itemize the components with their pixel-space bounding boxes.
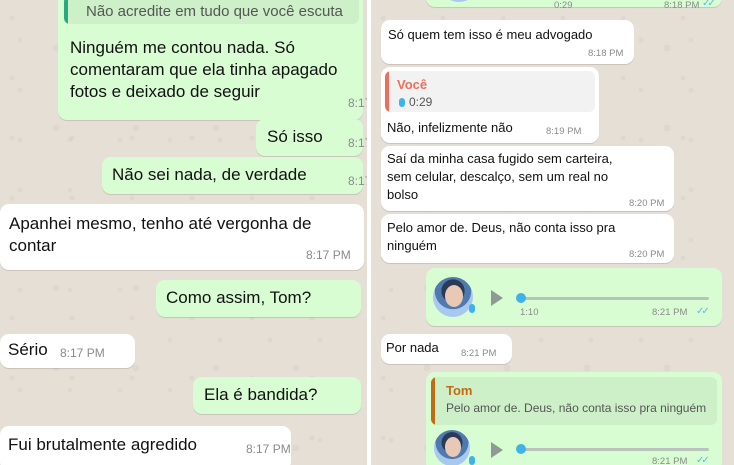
message-text: Só quem tem isso é meu advogado — [388, 27, 593, 42]
message-time: 8:17 PM — [306, 248, 351, 262]
quote-bar — [385, 71, 389, 112]
quoted-text: Pelo amor de. Deus, não conta isso pra n… — [446, 401, 707, 415]
incoming-message-bubble[interactable]: Saí da minha casa fugido sem carteira, s… — [381, 146, 674, 211]
message-line: Pelo amor de. Deus, não conta isso pra — [387, 220, 616, 235]
message-text: Ninguém me contou nada. Só comentaram qu… — [70, 37, 365, 103]
right-chat-panel: 0:29 8:18 PM ✓✓ Só quem tem isso é meu a… — [371, 0, 734, 465]
incoming-message-bubble[interactable]: Só quem tem isso é meu advogado 8:18 PM — [381, 20, 634, 64]
quote-bar — [431, 377, 435, 425]
voice-duration: 0:29 — [554, 0, 573, 11]
message-time: 8:20 PM — [629, 198, 665, 209]
outgoing-message-bubble[interactable]: Ela é bandida? — [193, 377, 361, 414]
play-icon[interactable] — [491, 442, 503, 458]
outgoing-message-bubble[interactable]: Só isso 8:17 PM — [256, 119, 367, 156]
audio-progress-knob[interactable] — [516, 293, 526, 303]
message-time: 8:21 PM — [652, 307, 688, 318]
outgoing-message-bubble[interactable]: Não acredite em tudo que você escuta Nin… — [58, 0, 367, 120]
message-text: Por nada — [386, 340, 439, 355]
avatar — [439, 0, 479, 2]
message-line: sem celular, descalço, sem um real no — [387, 169, 609, 184]
incoming-message-bubble[interactable]: Apanhei mesmo, tenho até vergonha de con… — [0, 204, 364, 270]
message-line: fotos e deixado de seguir — [70, 82, 260, 101]
message-time: 8:17 PM — [348, 174, 367, 188]
outgoing-message-bubble[interactable]: Não sei nada, de verdade 8:17 PM — [102, 157, 367, 194]
message-text: Ela é bandida? — [204, 385, 318, 404]
incoming-message-bubble[interactable]: Sério 8:17 PM — [0, 334, 135, 368]
microphone-icon — [469, 456, 475, 465]
message-text: Saí da minha casa fugido sem carteira, s… — [387, 150, 677, 204]
outgoing-voice-message[interactable]: 0:29 8:18 PM ✓✓ — [426, 0, 722, 11]
outgoing-voice-message[interactable]: Tom Pelo amor de. Deus, não conta isso p… — [426, 372, 722, 465]
quoted-author: Tom — [446, 383, 473, 398]
message-text: Fui brutalmente agredido — [8, 435, 198, 454]
voice-duration: 1:10 — [520, 307, 539, 318]
message-text: Não sei nada, de verdade — [112, 165, 307, 184]
message-time: 8:21 PM — [652, 456, 688, 465]
microphone-icon — [399, 98, 405, 107]
incoming-message-bubble[interactable]: Pelo amor de. Deus, não conta isso pra n… — [381, 214, 674, 263]
read-ticks-icon: ✓✓ — [702, 0, 716, 9]
read-ticks-icon: ✓✓ — [696, 306, 710, 317]
incoming-message-bubble[interactable]: Fui brutalmente agredido 8:17 PM — [0, 426, 291, 465]
message-line: Saí da minha casa fugido sem carteira, — [387, 151, 613, 166]
outgoing-message-bubble[interactable]: Como assim, Tom? — [156, 280, 361, 317]
quoted-text: Não acredite em tudo que você escuta — [86, 3, 343, 20]
message-time: 8:21 PM — [461, 348, 497, 359]
message-time: 8:18 PM — [588, 48, 624, 59]
message-line: comentaram que ela tinha apagado — [70, 60, 338, 79]
message-line: Ninguém me contou nada. Só — [70, 38, 295, 57]
quoted-duration: 0:29 — [409, 95, 433, 109]
message-time: 8:20 PM — [629, 249, 665, 260]
quoted-message[interactable]: Tom Pelo amor de. Deus, não conta isso p… — [431, 377, 717, 425]
message-time: 8:19 PM — [546, 126, 582, 137]
message-text: Só isso — [267, 127, 323, 146]
play-icon[interactable] — [491, 290, 503, 306]
audio-progress-knob[interactable] — [516, 444, 526, 454]
audio-progress-track[interactable] — [519, 448, 709, 451]
message-text: Não, infelizmente não — [387, 120, 513, 135]
incoming-message-bubble[interactable]: Por nada 8:21 PM — [381, 334, 512, 364]
incoming-message-bubble[interactable]: Você 0:29 Não, infelizmente não 8:19 PM — [381, 67, 599, 143]
avatar — [433, 277, 473, 317]
microphone-icon — [469, 304, 475, 313]
message-text: Sério — [8, 340, 48, 359]
message-time: 8:17 PM — [348, 96, 367, 110]
quoted-message[interactable]: Você 0:29 — [385, 71, 595, 112]
message-time: 8:18 PM — [664, 0, 700, 11]
avatar — [434, 430, 470, 465]
left-chat-panel: Não acredite em tudo que você escuta Nin… — [0, 0, 367, 465]
message-time: 8:17 PM — [246, 442, 291, 456]
audio-progress-track[interactable] — [519, 297, 709, 300]
quoted-message[interactable]: Não acredite em tudo que você escuta — [64, 0, 359, 24]
outgoing-voice-message[interactable]: 1:10 8:21 PM ✓✓ — [426, 268, 722, 326]
message-time: 8:17 PM — [348, 136, 367, 150]
message-time: 8:17 PM — [60, 346, 105, 360]
message-line: Apanhei mesmo, tenho até vergonha de — [9, 214, 312, 233]
quote-bar — [64, 0, 68, 24]
read-ticks-icon: ✓✓ — [696, 455, 710, 465]
message-text: Como assim, Tom? — [166, 288, 312, 307]
quoted-author: Você — [397, 77, 428, 92]
